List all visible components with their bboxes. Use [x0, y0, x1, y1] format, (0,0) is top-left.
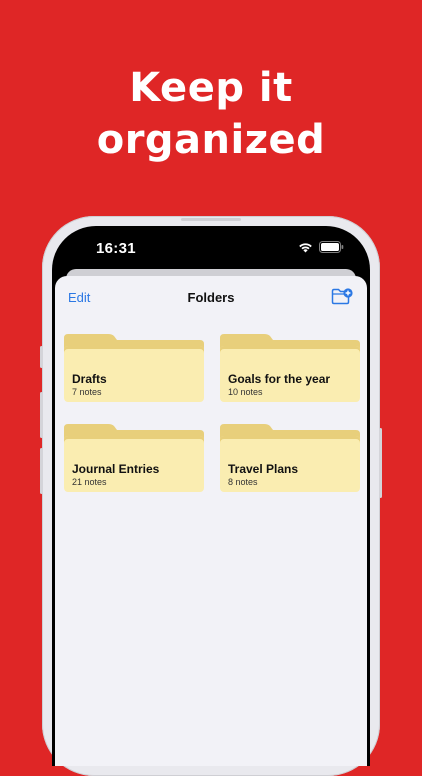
status-bar: 16:31: [52, 226, 370, 272]
battery-icon: [319, 241, 344, 253]
new-folder-icon[interactable]: [331, 288, 353, 305]
phone-volume-up: [40, 392, 43, 438]
folder-name: Journal Entries: [72, 462, 160, 476]
navigation-bar: Edit Folders: [55, 276, 367, 320]
folder-note-count: 8 notes: [228, 477, 258, 487]
folder-journal-entries[interactable]: Journal Entries 21 notes: [64, 424, 204, 492]
folder-goals-for-the-year[interactable]: Goals for the year 10 notes: [220, 334, 360, 402]
phone-power-button: [379, 428, 382, 498]
folder-name: Goals for the year: [228, 372, 331, 386]
headline-line-1: Keep it: [129, 65, 293, 111]
wifi-icon: [299, 242, 312, 252]
status-time: 16:31: [96, 240, 136, 257]
folder-note-count: 7 notes: [72, 387, 102, 397]
page-title: Folders: [187, 290, 235, 305]
phone-mute-switch: [40, 346, 43, 368]
folders-sheet: Edit Folders Drafts 7 notes Goals for th…: [55, 276, 367, 766]
folder-name: Drafts: [72, 372, 107, 386]
folder-name: Travel Plans: [228, 462, 299, 476]
folder-drafts[interactable]: Drafts 7 notes: [64, 334, 204, 402]
phone-screen: 16:31 Edit Folders Drafts 7 notes Goals …: [52, 226, 370, 766]
folder-note-count: 21 notes: [72, 477, 107, 487]
headline-line-2: organized: [96, 117, 326, 163]
folder-note-count: 10 notes: [228, 387, 263, 397]
phone-edge-highlight: [181, 218, 241, 221]
phone-volume-down: [40, 448, 43, 494]
status-icons: [298, 241, 344, 253]
folder-travel-plans[interactable]: Travel Plans 8 notes: [220, 424, 360, 492]
headline: Keep it organized: [0, 62, 422, 166]
